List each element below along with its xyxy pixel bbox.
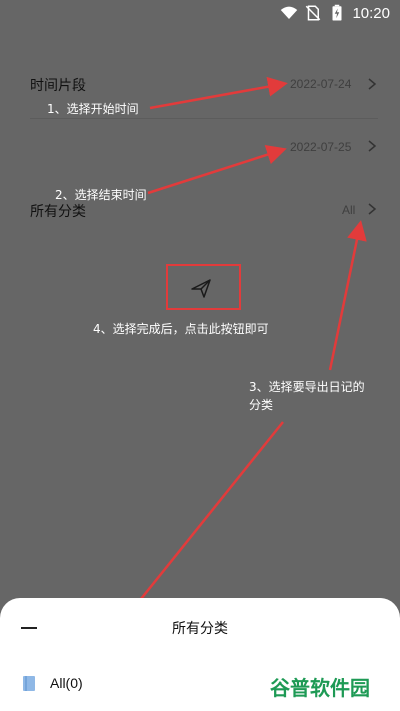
category-label: 所有分类: [30, 204, 86, 220]
battery-charging-icon: [332, 4, 342, 21]
clock: 10:20: [352, 4, 390, 22]
category-item-all[interactable]: All(0): [50, 675, 83, 691]
watermark: 谷普软件园: [270, 672, 370, 701]
annotation-step2: 2、选择结束时间: [55, 188, 147, 202]
divider: [30, 118, 378, 119]
start-date-value[interactable]: 2022-07-24: [290, 77, 351, 91]
wifi-icon: [281, 6, 298, 19]
annotation-step3-line1: 3、选择要导出日记的: [249, 380, 365, 394]
sheet-title: 所有分类: [172, 621, 228, 637]
arrow-step1: [149, 76, 288, 110]
annotation-step3-line2: 分类: [249, 398, 274, 412]
annotation-step3: 3、选择要导出日记的 分类: [249, 378, 365, 414]
status-bar: 10:20: [0, 0, 400, 28]
category-value[interactable]: All: [342, 203, 355, 217]
no-sim-icon: [306, 5, 321, 21]
arrow-step2: [147, 145, 287, 195]
watermark-text: 谷普软件园: [270, 676, 370, 700]
annotation-step1: 1、选择开始时间: [47, 102, 139, 116]
arrow-step3: [328, 220, 367, 371]
chevron-right-icon[interactable]: [366, 140, 378, 152]
time-range-label: 时间片段: [30, 78, 86, 94]
annotation-step4: 4、选择完成后，点击此按钮即可: [93, 322, 269, 336]
end-date-value[interactable]: 2022-07-25: [290, 140, 351, 154]
book-icon: [23, 676, 35, 691]
send-icon[interactable]: [189, 276, 213, 300]
chevron-right-icon[interactable]: [366, 203, 378, 215]
chevron-right-icon[interactable]: [366, 78, 378, 90]
